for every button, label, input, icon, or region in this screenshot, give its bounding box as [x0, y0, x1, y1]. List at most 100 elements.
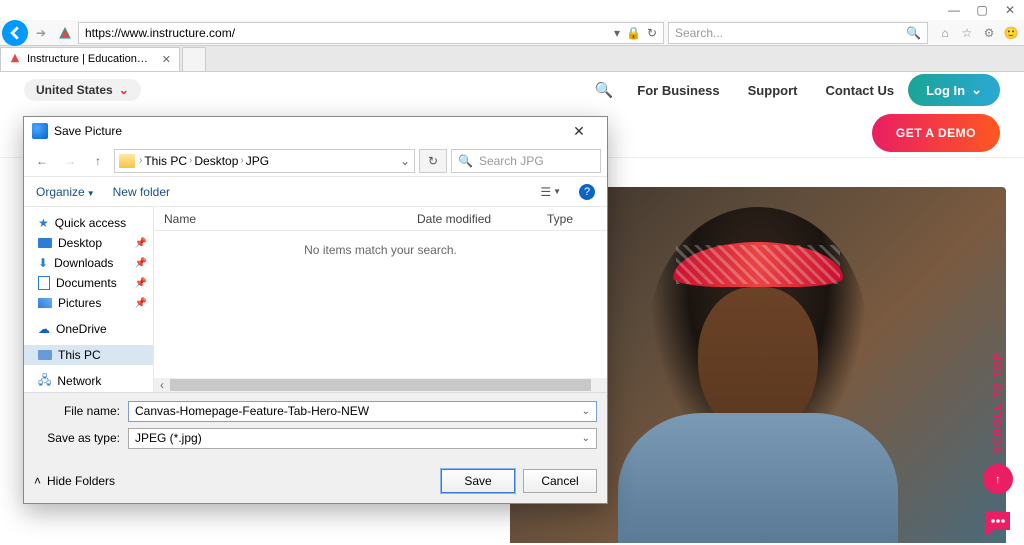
crumb-jpg[interactable]: JPG [246, 154, 269, 168]
dropdown-icon[interactable]: ▾ [614, 26, 620, 40]
folder-icon [119, 154, 135, 168]
dialog-forward-button: → [58, 149, 82, 173]
download-icon: ⬇ [38, 256, 48, 270]
dropdown-icon[interactable]: ⌄ [582, 433, 590, 444]
tree-this-pc[interactable]: This PC [24, 345, 153, 365]
crumb-this-pc[interactable]: This PC [144, 154, 187, 168]
dialog-search-input[interactable]: 🔍 Search JPG [451, 149, 601, 173]
crumb-desktop[interactable]: Desktop [194, 154, 238, 168]
login-label: Log In [926, 83, 965, 98]
filename-input[interactable]: Canvas-Homepage-Feature-Tab-Hero-NEW⌄ [128, 401, 597, 422]
col-name[interactable]: Name [154, 212, 407, 226]
tree-quick-access[interactable]: ★Quick access [24, 213, 153, 233]
chevron-right-icon: › [139, 155, 142, 166]
home-icon[interactable]: ⌂ [936, 26, 954, 40]
empty-message: No items match your search. [154, 231, 607, 378]
window-minimize[interactable]: — [940, 0, 968, 20]
window-close[interactable]: ✕ [996, 0, 1024, 20]
tab-title: Instructure | Educational Soft... [27, 53, 152, 65]
contact-link[interactable]: Contact Us [825, 83, 894, 98]
address-bar[interactable]: https://www.instructure.com/ ▾ 🔒 ↻ [78, 22, 664, 44]
save-picture-dialog: Save Picture ✕ ← → ↑ › This PC › Desktop… [23, 116, 608, 504]
tab-close-icon[interactable]: ✕ [162, 53, 171, 66]
new-tab-button[interactable] [182, 47, 206, 71]
save-button[interactable]: Save [441, 469, 515, 493]
breadcrumb[interactable]: › This PC › Desktop › JPG ⌄ [114, 149, 415, 173]
tree-network[interactable]: 🖧Network [24, 371, 153, 391]
site-search-icon[interactable]: 🔍 [595, 81, 614, 99]
cancel-button[interactable]: Cancel [523, 469, 597, 493]
scroll-left-icon[interactable]: ‹ [154, 378, 170, 392]
browser-search[interactable]: Search... 🔍 [668, 22, 928, 44]
pin-icon: 📌 [135, 278, 147, 289]
hero-headband [673, 242, 843, 287]
back-button[interactable] [2, 20, 28, 46]
tree-downloads[interactable]: ⬇Downloads📌 [24, 253, 153, 273]
breadcrumb-dropdown-icon[interactable]: ⌄ [400, 154, 410, 168]
view-options-button[interactable]: ☰▼ [540, 185, 561, 199]
tree-documents[interactable]: Documents📌 [24, 273, 153, 293]
tree-pictures[interactable]: Pictures📌 [24, 293, 153, 313]
dialog-close-button[interactable]: ✕ [559, 123, 599, 140]
document-icon [38, 276, 50, 290]
tab-favicon-icon [9, 52, 21, 67]
dialog-refresh-button[interactable]: ↻ [419, 149, 447, 173]
col-type[interactable]: Type [537, 212, 607, 226]
dropdown-icon[interactable]: ⌄ [582, 406, 590, 417]
new-folder-button[interactable]: New folder [113, 185, 170, 199]
site-topbar: United States ⌄ 🔍 For Business Support C… [0, 72, 1024, 108]
folder-tree: ★Quick access Desktop📌 ⬇Downloads📌 Docum… [24, 207, 154, 392]
support-link[interactable]: Support [748, 83, 798, 98]
search-icon: 🔍 [458, 154, 473, 168]
site-favicon-icon [56, 24, 74, 42]
dialog-app-icon [32, 123, 48, 139]
favorites-icon[interactable]: ☆ [958, 26, 976, 40]
chevron-right-icon: › [240, 155, 243, 166]
savetype-label: Save as type: [34, 431, 128, 445]
tree-onedrive[interactable]: ☁OneDrive [24, 319, 153, 339]
pin-icon: 📌 [135, 238, 147, 249]
dialog-search-placeholder: Search JPG [479, 154, 544, 168]
settings-icon[interactable]: ⚙ [980, 26, 998, 40]
scroll-thumb[interactable] [170, 379, 591, 391]
search-placeholder: Search... [675, 26, 723, 40]
organize-menu[interactable]: Organize▼ [36, 185, 95, 199]
savetype-select[interactable]: JPEG (*.jpg)⌄ [128, 428, 597, 449]
login-button[interactable]: Log In ⌄ [908, 74, 1000, 106]
cloud-icon: ☁ [38, 322, 50, 336]
dialog-up-button[interactable]: ↑ [86, 149, 110, 173]
file-list: Name Date modified Type No items match y… [154, 207, 607, 392]
dialog-back-button[interactable]: ← [30, 149, 54, 173]
refresh-icon[interactable]: ↻ [647, 26, 657, 40]
horizontal-scrollbar[interactable]: ‹ [154, 378, 607, 392]
lock-icon: 🔒 [626, 26, 641, 40]
scroll-to-top-button[interactable]: ↑ [983, 464, 1013, 494]
for-business-link[interactable]: For Business [637, 83, 719, 98]
scroll-to-top-label: SCROLL TO TOP [992, 352, 1004, 454]
window-maximize[interactable]: ▢ [968, 0, 996, 20]
pc-icon [38, 350, 52, 360]
dialog-title: Save Picture [54, 124, 122, 138]
country-selector[interactable]: United States ⌄ [24, 79, 141, 101]
tab-strip: Instructure | Educational Soft... ✕ [0, 46, 1024, 72]
star-icon: ★ [38, 216, 49, 230]
chat-icon[interactable] [980, 506, 1016, 542]
search-glass-icon: 🔍 [906, 26, 921, 40]
url-text: https://www.instructure.com/ [85, 26, 235, 40]
chevron-right-icon: › [189, 155, 192, 166]
country-label: United States [36, 83, 113, 97]
smiley-icon[interactable]: 🙂 [1002, 26, 1020, 40]
desktop-icon [38, 238, 52, 248]
forward-button[interactable]: ➔ [30, 22, 52, 44]
browser-toolbar: ➔ https://www.instructure.com/ ▾ 🔒 ↻ Sea… [0, 20, 1024, 46]
browser-tab[interactable]: Instructure | Educational Soft... ✕ [0, 47, 180, 71]
get-demo-button[interactable]: GET A DEMO [872, 114, 1000, 152]
network-icon: 🖧 [38, 371, 51, 392]
col-date[interactable]: Date modified [407, 212, 537, 226]
tree-desktop[interactable]: Desktop📌 [24, 233, 153, 253]
chevron-down-icon: ⌄ [971, 82, 982, 98]
chevron-down-icon: ⌄ [119, 83, 129, 97]
help-icon[interactable]: ? [579, 184, 595, 200]
hide-folders-toggle[interactable]: ˄ Hide Folders [34, 474, 115, 488]
dialog-titlebar: Save Picture ✕ [24, 117, 607, 145]
